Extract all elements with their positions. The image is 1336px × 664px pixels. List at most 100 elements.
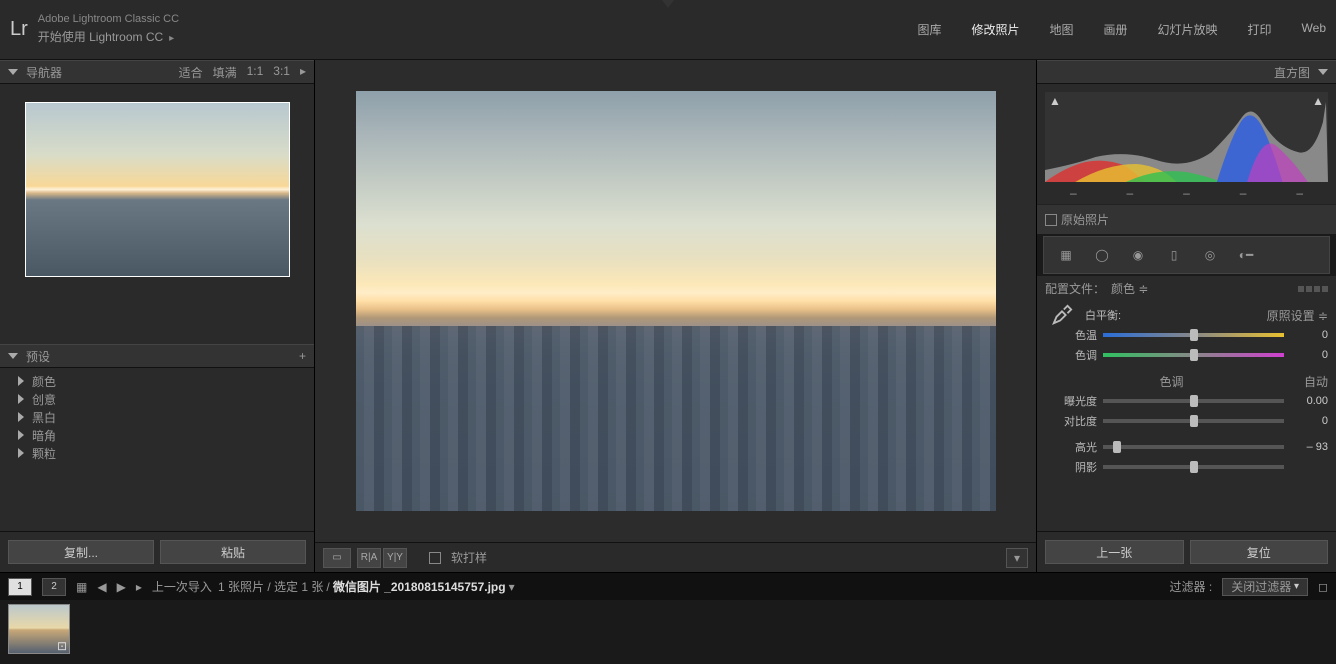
wb-dropdown[interactable]: 原照设置 ≑ xyxy=(1267,307,1328,324)
collapse-icon xyxy=(8,353,18,359)
nav-slideshow[interactable]: 幻灯片放映 xyxy=(1158,21,1218,38)
right-panel: 直方图 ▲ ▲ ––––– 原始照片 ▦ ◯ ◉ ▯ ◎ ◐━ 配置文件： 颜色… xyxy=(1036,60,1336,572)
navigator-title: 导航器 xyxy=(26,64,62,81)
tint-label: 色调 xyxy=(1045,347,1097,363)
tint-slider[interactable] xyxy=(1103,353,1284,357)
nav-web[interactable]: Web xyxy=(1302,21,1326,38)
redeye-tool-icon[interactable]: ◉ xyxy=(1124,243,1152,267)
zoom-fill[interactable]: 填满 xyxy=(213,64,237,81)
tint-value[interactable]: 0 xyxy=(1290,349,1328,361)
prev-button[interactable]: 上一张 xyxy=(1045,540,1184,564)
collapse-icon xyxy=(1318,69,1328,75)
reset-button[interactable]: 复位 xyxy=(1190,540,1329,564)
chevron-right-icon xyxy=(18,394,24,404)
highlights-slider[interactable] xyxy=(1103,445,1284,449)
histogram-body: ▲ ▲ ––––– xyxy=(1037,84,1336,204)
profile-grid-icon[interactable] xyxy=(1298,286,1328,292)
exposure-label: 曝光度 xyxy=(1045,393,1097,409)
tone-section-label: 色调 xyxy=(1159,373,1183,390)
profile-row: 配置文件： 颜色 ≑ xyxy=(1037,276,1336,301)
preset-folder[interactable]: 颜色 xyxy=(8,372,306,390)
page-1-button[interactable]: 1 xyxy=(8,578,32,596)
collapse-icon xyxy=(8,69,18,75)
softproof-checkbox[interactable] xyxy=(429,552,441,564)
temp-value[interactable]: 0 xyxy=(1290,329,1328,341)
contrast-label: 对比度 xyxy=(1045,413,1097,429)
crop-tool-icon[interactable]: ▦ xyxy=(1052,243,1080,267)
chevron-right-icon xyxy=(18,448,24,458)
preset-folder[interactable]: 黑白 xyxy=(8,408,306,426)
original-checkbox[interactable] xyxy=(1045,214,1057,226)
histogram-title: 直方图 xyxy=(1274,64,1310,81)
presets-list: 颜色 创意 黑白 暗角 颗粒 xyxy=(0,368,314,531)
highlights-value[interactable]: – 93 xyxy=(1290,441,1328,453)
main-photo xyxy=(356,91,996,511)
breadcrumb: 上一次导入 1 张照片 / 选定 1 张 / 微信图片 _20180815145… xyxy=(152,578,515,595)
nav-develop[interactable]: 修改照片 xyxy=(971,21,1019,38)
highlights-label: 高光 xyxy=(1045,439,1097,455)
profile-dropdown[interactable]: 颜色 ≑ xyxy=(1111,280,1148,297)
compare-ra-button[interactable]: R|A xyxy=(357,548,381,568)
local-tools: ▦ ◯ ◉ ▯ ◎ ◐━ xyxy=(1043,236,1330,274)
nav-book[interactable]: 画册 xyxy=(1103,21,1127,38)
page-2-button[interactable]: 2 xyxy=(42,578,66,596)
eyedropper-icon[interactable] xyxy=(1045,304,1079,326)
nav-library[interactable]: 图库 xyxy=(917,21,941,38)
histogram-chart[interactable]: ▲ ▲ xyxy=(1045,92,1328,182)
zoom-1-1[interactable]: 1:1 xyxy=(247,64,264,81)
next-arrow-icon[interactable]: ▶ xyxy=(117,580,126,594)
filmstrip xyxy=(0,600,1336,664)
gradient-tool-icon[interactable]: ▯ xyxy=(1160,243,1188,267)
filmstrip-thumb[interactable] xyxy=(8,604,70,654)
brand-main[interactable]: 开始使用 Lightroom CC▸ xyxy=(38,27,179,46)
grid-icon[interactable]: ▦ xyxy=(76,580,87,594)
radial-tool-icon[interactable]: ◎ xyxy=(1196,243,1224,267)
preset-folder[interactable]: 创意 xyxy=(8,390,306,408)
preset-folder[interactable]: 颗粒 xyxy=(8,444,306,462)
spot-tool-icon[interactable]: ◯ xyxy=(1088,243,1116,267)
paste-button[interactable]: 粘贴 xyxy=(160,540,306,564)
play-icon[interactable]: ▸ xyxy=(136,580,142,594)
compare-yy-button[interactable]: Y|Y xyxy=(383,548,407,568)
contrast-slider[interactable] xyxy=(1103,419,1284,423)
shadows-slider[interactable] xyxy=(1103,465,1284,469)
app-logo: Lr xyxy=(10,18,28,41)
brush-tool-icon[interactable]: ◐━ xyxy=(1232,243,1260,267)
filter-label: 过滤器 : xyxy=(1170,578,1213,595)
filter-dropdown[interactable]: 关闭过滤器 ▾ xyxy=(1222,578,1308,596)
navigator-body xyxy=(0,84,314,344)
toolbar-options-button[interactable]: ▾ xyxy=(1006,548,1028,568)
histogram-header[interactable]: 直方图 xyxy=(1037,60,1336,84)
wb-label: 白平衡: xyxy=(1085,307,1121,323)
prev-arrow-icon[interactable]: ◀ xyxy=(97,580,106,594)
brand-top: Adobe Lightroom Classic CC xyxy=(38,13,179,26)
nav-print[interactable]: 打印 xyxy=(1248,21,1272,38)
softproof-label: 软打样 xyxy=(451,549,487,566)
shadows-label: 阴影 xyxy=(1045,459,1097,475)
image-canvas[interactable] xyxy=(315,60,1036,542)
filter-lock-icon[interactable]: ◻ xyxy=(1318,580,1328,594)
left-panel: 导航器 适合 填满 1:1 3:1 ▸ 预设 + 颜色 创意 黑白 暗角 颗粒 … xyxy=(0,60,315,572)
temp-label: 色温 xyxy=(1045,327,1097,343)
zoom-3-1[interactable]: 3:1 xyxy=(273,64,290,81)
exposure-value[interactable]: 0.00 xyxy=(1290,395,1328,407)
loupe-view-button[interactable]: ▭ xyxy=(323,548,351,568)
nav-map[interactable]: 地图 xyxy=(1049,21,1073,38)
add-preset-icon[interactable]: + xyxy=(299,349,306,363)
status-bar: 1 2 ▦ ◀ ▶ ▸ 上一次导入 1 张照片 / 选定 1 张 / 微信图片 … xyxy=(0,572,1336,600)
temp-slider[interactable] xyxy=(1103,333,1284,337)
contrast-value[interactable]: 0 xyxy=(1290,415,1328,427)
copy-button[interactable]: 复制... xyxy=(8,540,154,564)
chevron-right-icon xyxy=(18,412,24,422)
viewer-toolbar: ▭ R|A Y|Y 软打样 ▾ xyxy=(315,542,1036,572)
auto-button[interactable]: 自动 xyxy=(1304,373,1328,390)
exposure-slider[interactable] xyxy=(1103,399,1284,403)
preset-folder[interactable]: 暗角 xyxy=(8,426,306,444)
navigator-header[interactable]: 导航器 适合 填满 1:1 3:1 ▸ xyxy=(0,60,314,84)
navigator-thumbnail[interactable] xyxy=(25,102,290,277)
zoom-arrow-icon[interactable]: ▸ xyxy=(300,64,306,81)
presets-header[interactable]: 预设 + xyxy=(0,344,314,368)
brand-arrow-icon: ▸ xyxy=(169,33,174,44)
zoom-fit[interactable]: 适合 xyxy=(179,64,203,81)
center-panel: ▭ R|A Y|Y 软打样 ▾ xyxy=(315,60,1036,572)
